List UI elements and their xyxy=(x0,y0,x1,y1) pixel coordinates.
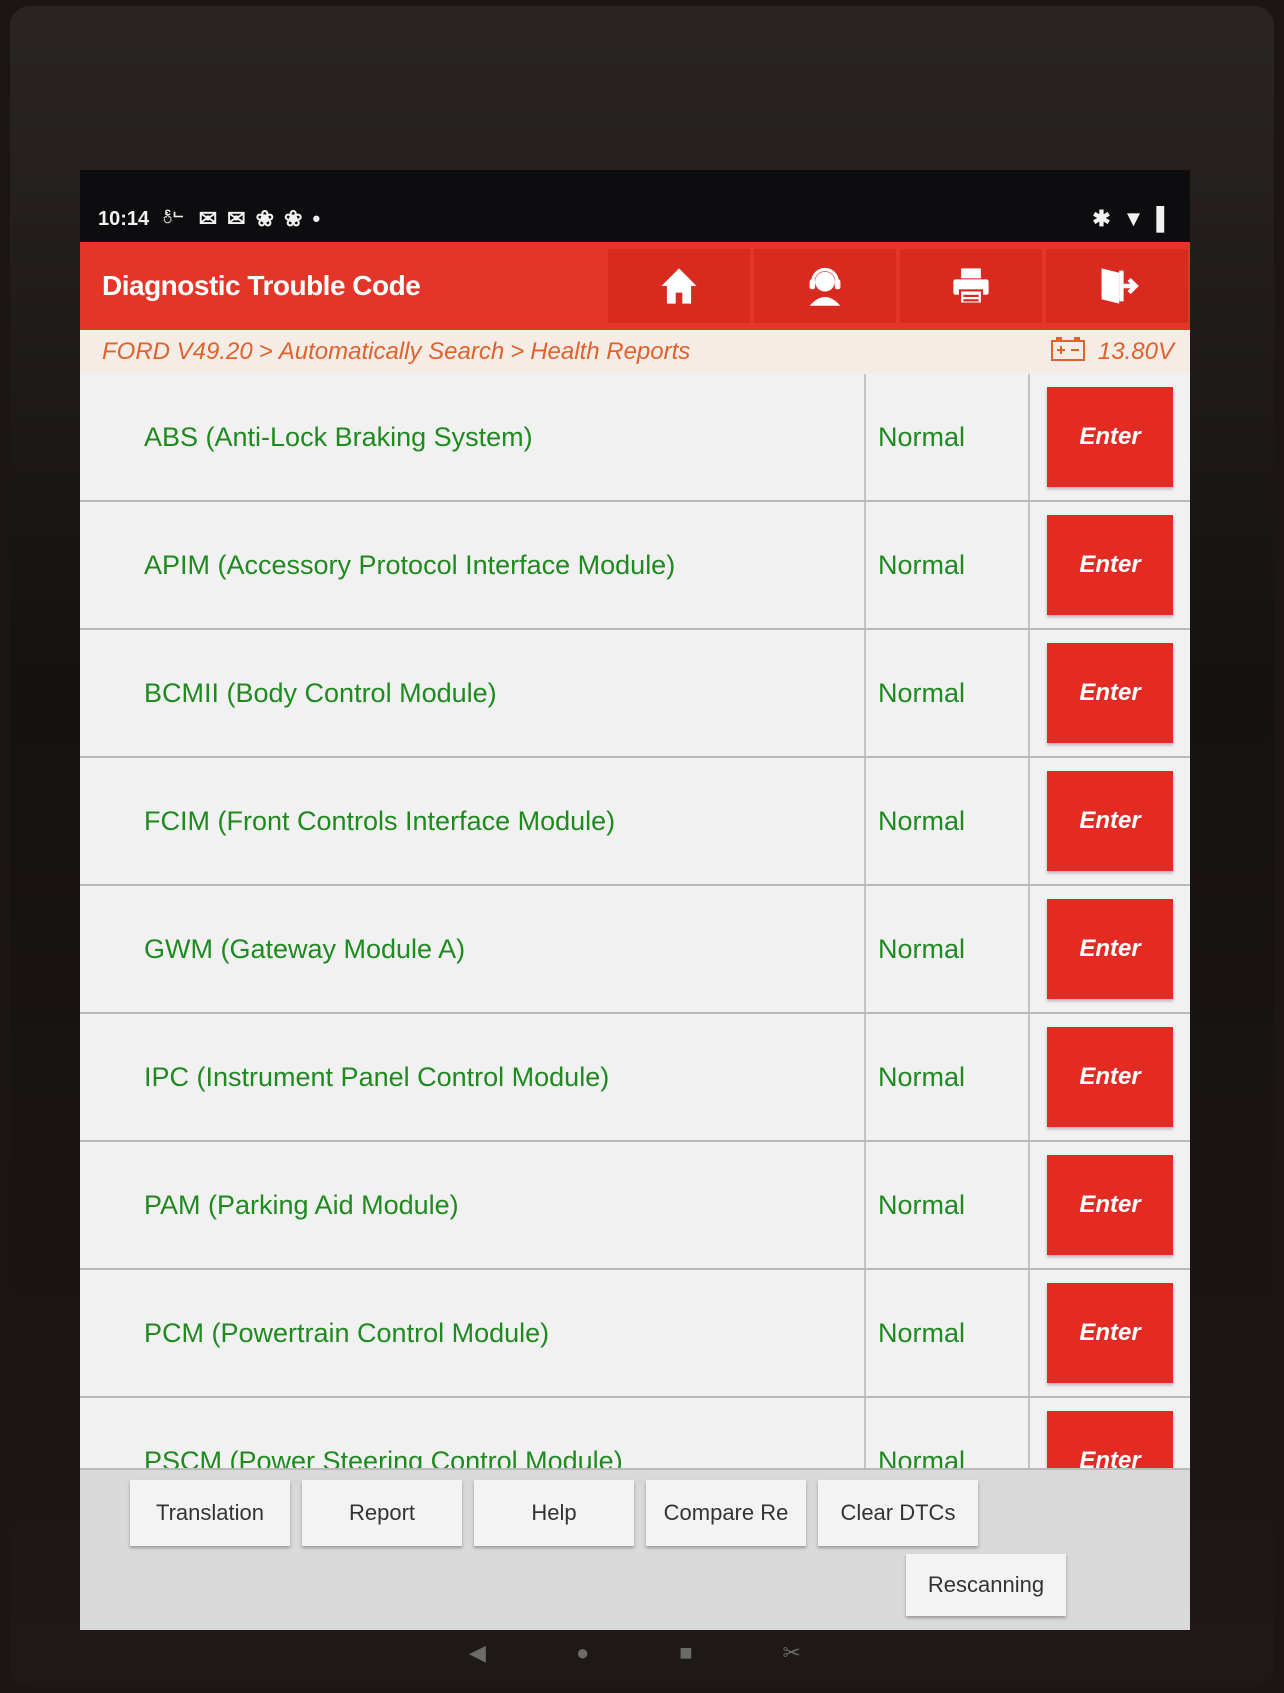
module-status: Normal xyxy=(866,758,1030,884)
exit-button[interactable] xyxy=(1046,249,1188,323)
module-name: ABS (Anti-Lock Braking System) xyxy=(80,374,866,500)
module-status: Normal xyxy=(866,502,1030,628)
gmail-icon: ✉ xyxy=(227,206,246,231)
enter-button[interactable]: Enter xyxy=(1047,387,1173,487)
toolbar xyxy=(606,242,1190,330)
battery-voltage: 13.80V xyxy=(1050,336,1174,369)
enter-button[interactable]: Enter xyxy=(1047,515,1173,615)
voltage-value: 13.80V xyxy=(1097,338,1174,365)
car-battery-icon xyxy=(1050,336,1086,369)
home-button[interactable] xyxy=(608,249,750,323)
battery-icon: ▌ xyxy=(1156,206,1172,231)
module-status: Normal xyxy=(866,374,1030,500)
enter-button[interactable]: Enter xyxy=(1047,1411,1173,1470)
support-icon xyxy=(809,267,841,306)
module-name: APIM (Accessory Protocol Interface Modul… xyxy=(80,502,866,628)
table-row: APIM (Accessory Protocol Interface Modul… xyxy=(80,502,1190,630)
exit-icon xyxy=(1101,268,1139,304)
print-button[interactable] xyxy=(900,249,1042,323)
enter-button[interactable]: Enter xyxy=(1047,899,1173,999)
breadcrumb-bar: FORD V49.20 > Automatically Search > Health … xyxy=(80,330,1190,374)
module-name: FCIM (Front Controls Interface Module) xyxy=(80,758,866,884)
module-name: PCM (Powertrain Control Module) xyxy=(80,1270,866,1396)
dot-icon: • xyxy=(312,206,321,231)
screen: 10:14 ႅᄂ ✉ ✉ ❀ ❀ • ✱ ▼ ▌ Diagnostic Trou… xyxy=(80,170,1190,1630)
fan-icon: ❀ xyxy=(284,206,303,231)
support-button[interactable] xyxy=(754,249,896,323)
module-list: ABS (Anti-Lock Braking System) Normal En… xyxy=(80,374,1190,1470)
gmail-icon: ✉ xyxy=(198,206,218,231)
bluetooth-icon: ✱ xyxy=(1092,206,1111,231)
enter-button[interactable]: Enter xyxy=(1047,1027,1173,1127)
module-name: BCMII (Body Control Module) xyxy=(80,630,866,756)
module-status: Normal xyxy=(866,1398,1030,1470)
module-name: IPC (Instrument Panel Control Module) xyxy=(80,1014,866,1140)
help-button[interactable]: Help xyxy=(474,1480,634,1546)
page-title: Diagnostic Trouble Code xyxy=(102,270,421,301)
module-status: Normal xyxy=(866,1142,1030,1268)
title-bar: Diagnostic Trouble Code xyxy=(80,242,1190,330)
module-status: Normal xyxy=(866,630,1030,756)
breadcrumb-item: Health Reports xyxy=(530,338,691,365)
enter-button[interactable]: Enter xyxy=(1047,1155,1173,1255)
wifi-icon: ▼ xyxy=(1122,206,1145,231)
home-nav-icon[interactable]: ● xyxy=(576,1640,589,1666)
fan-icon: ❀ xyxy=(255,206,275,231)
table-row: IPC (Instrument Panel Control Module) No… xyxy=(80,1014,1190,1142)
table-row: PSCM (Power Steering Control Module) Nor… xyxy=(80,1398,1190,1470)
report-button[interactable]: Report xyxy=(302,1480,462,1546)
table-row: BCMII (Body Control Module) Normal Enter xyxy=(80,630,1190,758)
translation-button[interactable]: Translation xyxy=(130,1480,290,1546)
home-icon xyxy=(661,268,697,304)
enter-button[interactable]: Enter xyxy=(1047,1283,1173,1383)
compare-report-button[interactable]: Compare Re xyxy=(646,1480,806,1546)
module-name: PSCM (Power Steering Control Module) xyxy=(80,1398,866,1470)
enter-button[interactable]: Enter xyxy=(1047,643,1173,743)
table-row: ABS (Anti-Lock Braking System) Normal En… xyxy=(80,374,1190,502)
clear-dtcs-button[interactable]: Clear DTCs xyxy=(818,1480,978,1546)
table-row: GWM (Gateway Module A) Normal Enter xyxy=(80,886,1190,1014)
table-row: PAM (Parking Aid Module) Normal Enter xyxy=(80,1142,1190,1270)
status-bar: 10:14 ႅᄂ ✉ ✉ ❀ ❀ • ✱ ▼ ▌ xyxy=(80,170,1190,242)
module-status: Normal xyxy=(866,886,1030,1012)
screenshot-icon[interactable]: ✂ xyxy=(783,1640,801,1666)
module-status: Normal xyxy=(866,1270,1030,1396)
module-name: PAM (Parking Aid Module) xyxy=(80,1142,866,1268)
enter-button[interactable]: Enter xyxy=(1047,771,1173,871)
breadcrumb-item[interactable]: FORD V49.20 xyxy=(102,338,253,365)
module-status: Normal xyxy=(866,1014,1030,1140)
table-row: FCIM (Front Controls Interface Module) N… xyxy=(80,758,1190,886)
breadcrumb-item[interactable]: Automatically Search xyxy=(279,338,504,365)
android-nav-bar: ◀ ● ■ ✂ xyxy=(80,1630,1190,1676)
breadcrumb: FORD V49.20 > Automatically Search > Health … xyxy=(102,338,690,366)
diagnostic-app: Diagnostic Trouble Code FORD V49.20 > Au… xyxy=(80,242,1190,1630)
carrier-label: ႅᄂ xyxy=(163,210,185,226)
module-name: GWM (Gateway Module A) xyxy=(80,886,866,1012)
clock: 10:14 xyxy=(98,207,150,230)
breadcrumb-separator: > xyxy=(510,338,525,365)
rescanning-button[interactable]: Rescanning xyxy=(906,1554,1066,1616)
action-bar: Translation Report Help Compare Re Clear… xyxy=(80,1468,1190,1630)
breadcrumb-separator: > xyxy=(258,338,273,365)
recents-icon[interactable]: ■ xyxy=(679,1640,692,1666)
table-row: PCM (Powertrain Control Module) Normal E… xyxy=(80,1270,1190,1398)
print-icon xyxy=(953,268,989,305)
back-icon[interactable]: ◀ xyxy=(469,1640,486,1666)
